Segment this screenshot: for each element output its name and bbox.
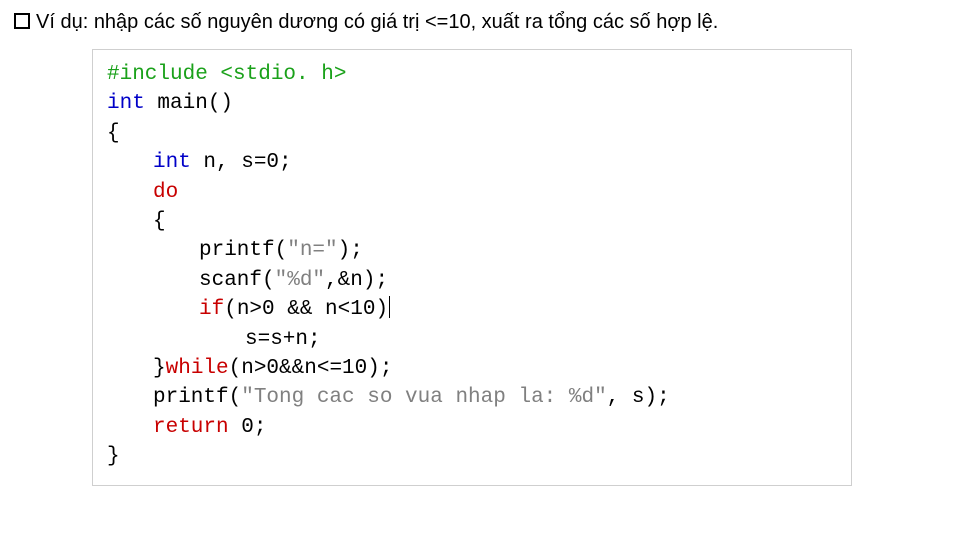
control-token: return <box>153 416 229 439</box>
code-text: ); <box>338 239 363 262</box>
code-text: 0; <box>229 416 267 439</box>
preprocessor-token: #include <stdio. h> <box>107 63 346 86</box>
code-text: n, s=0; <box>191 151 292 174</box>
string-token: "Tong cac so vua nhap la: %d" <box>241 386 606 409</box>
code-line: return 0; <box>107 413 837 442</box>
code-line: printf("n="); <box>107 236 837 265</box>
heading-row: Ví dụ: nhập các số nguyên dương có giá t… <box>14 10 946 35</box>
code-text: , s); <box>607 386 670 409</box>
code-text: printf( <box>153 386 241 409</box>
code-line: do <box>107 178 837 207</box>
brace-token: } <box>153 357 166 380</box>
code-line: { <box>107 119 837 148</box>
code-text: main() <box>145 92 233 115</box>
code-text: ,&n); <box>325 269 388 292</box>
code-text: printf( <box>199 239 287 262</box>
code-text: s=s+n; <box>245 328 321 351</box>
control-token: if <box>199 298 224 321</box>
square-bullet-icon <box>14 13 30 29</box>
heading-text: Ví dụ: nhập các số nguyên dương có giá t… <box>36 10 718 35</box>
code-line: scanf("%d",&n); <box>107 266 837 295</box>
code-line: if(n>0 && n<10) <box>107 295 837 324</box>
code-block: #include <stdio. h> int main() { int n, … <box>92 49 852 486</box>
code-line: printf("Tong cac so vua nhap la: %d", s)… <box>107 383 837 412</box>
keyword-token: int <box>153 151 191 174</box>
control-token: do <box>153 181 178 204</box>
code-line: s=s+n; <box>107 325 837 354</box>
slide-page: Ví dụ: nhập các số nguyên dương có giá t… <box>0 0 960 496</box>
code-line: { <box>107 207 837 236</box>
string-token: "%d" <box>275 269 325 292</box>
code-line: int main() <box>107 89 837 118</box>
code-text: (n>0&&n<=10); <box>229 357 393 380</box>
code-line: int n, s=0; <box>107 148 837 177</box>
brace-token: { <box>107 122 120 145</box>
code-text: (n>0 && n<10) <box>224 298 388 321</box>
string-token: "n=" <box>287 239 337 262</box>
control-token: while <box>166 357 229 380</box>
brace-token: } <box>107 445 120 468</box>
keyword-token: int <box>107 92 145 115</box>
brace-token: { <box>153 210 166 233</box>
code-line: }while(n>0&&n<=10); <box>107 354 837 383</box>
code-text: scanf( <box>199 269 275 292</box>
code-line: #include <stdio. h> <box>107 60 837 89</box>
text-cursor-icon <box>389 296 390 318</box>
code-line: } <box>107 442 837 471</box>
